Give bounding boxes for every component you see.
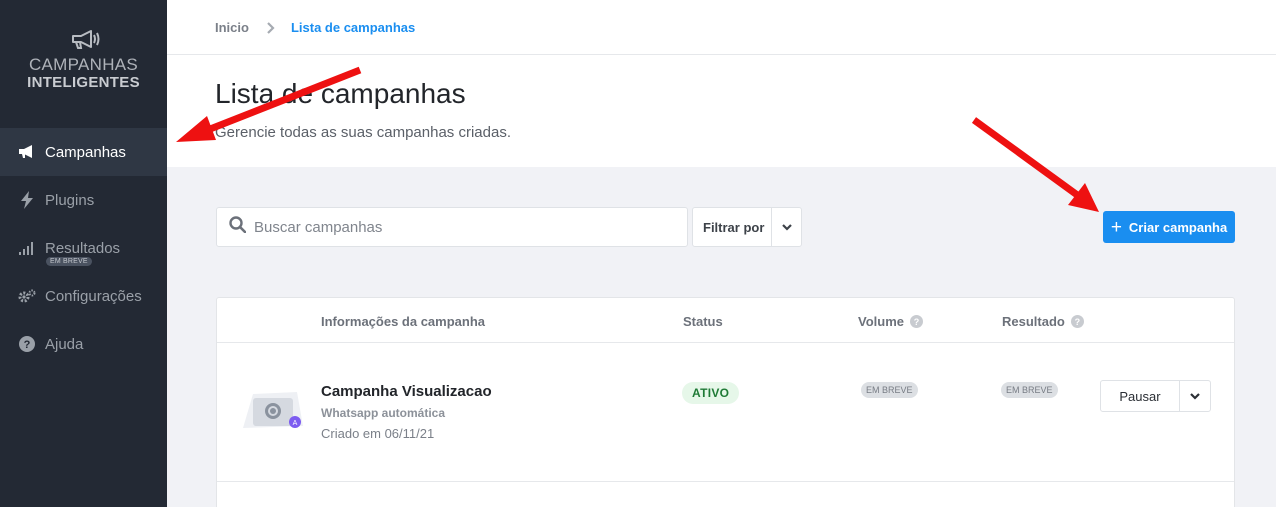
coming-soon-badge: EM BREVE bbox=[46, 257, 92, 266]
svg-text:?: ? bbox=[24, 339, 31, 351]
row-divider bbox=[217, 481, 1234, 482]
pause-split-button: Pausar bbox=[1100, 380, 1211, 412]
result-coming-soon-badge: EM BREVE bbox=[1001, 382, 1058, 398]
chevron-right-icon bbox=[267, 21, 277, 34]
column-header-status: Status bbox=[683, 314, 723, 329]
filter-label: Filtrar por bbox=[703, 219, 765, 235]
campaign-name[interactable]: Campanha Visualizacao bbox=[321, 383, 492, 400]
column-header-volume: Volume ? bbox=[858, 314, 923, 329]
whatsapp-campaign-thumbnail: A bbox=[243, 392, 303, 428]
create-campaign-label: Criar campanha bbox=[1128, 219, 1228, 235]
status-badge: ATIVO bbox=[682, 382, 740, 404]
brand-logo[interactable]: CAMPANHAS INTELIGENTES bbox=[0, 28, 167, 91]
chevron-down-icon[interactable] bbox=[771, 208, 801, 246]
filter-dropdown[interactable]: Filtrar por bbox=[692, 207, 802, 247]
megaphone-icon bbox=[71, 30, 99, 49]
column-header-info: Informações da campanha bbox=[321, 314, 485, 329]
page-subtitle: Gerencie todas as suas campanhas criadas… bbox=[215, 124, 511, 141]
svg-text:A: A bbox=[293, 420, 298, 427]
column-header-label: Resultado bbox=[1002, 314, 1065, 329]
table-header-divider bbox=[217, 342, 1234, 343]
sidebar-nav: Campanhas Plugins Resultados EM BREVE Co… bbox=[0, 128, 167, 368]
help-icon[interactable]: ? bbox=[1070, 315, 1084, 328]
volume-coming-soon-badge: EM BREVE bbox=[861, 382, 918, 398]
page-header: Inicio Lista de campanhas Lista de campa… bbox=[167, 0, 1276, 167]
sidebar-item-campanhas[interactable]: Campanhas bbox=[0, 128, 167, 176]
campaign-type: Whatsapp automática bbox=[321, 406, 446, 420]
brand-name-line1: CAMPANHAS bbox=[28, 55, 139, 74]
sidebar-item-label: Plugins bbox=[45, 191, 95, 209]
bolt-icon bbox=[18, 191, 36, 209]
breadcrumb-home-link[interactable]: Inicio bbox=[215, 20, 249, 35]
help-icon[interactable]: ? bbox=[910, 315, 923, 328]
sidebar-item-label: Campanhas bbox=[45, 143, 126, 161]
sidebar-item-label: Ajuda bbox=[45, 335, 84, 353]
sidebar-item-label: Configurações bbox=[45, 287, 142, 305]
breadcrumb-current: Lista de campanhas bbox=[290, 20, 416, 35]
search-icon bbox=[229, 216, 247, 238]
column-header-label: Status bbox=[683, 314, 723, 329]
campaigns-table: Informações da campanha Status Volume ? … bbox=[216, 297, 1235, 507]
sidebar-item-plugins[interactable]: Plugins bbox=[0, 176, 167, 224]
column-header-result: Resultado ? bbox=[1002, 314, 1084, 329]
signal-bars-icon bbox=[18, 239, 36, 257]
sidebar-item-configuracoes[interactable]: Configurações bbox=[0, 272, 167, 320]
pause-button[interactable]: Pausar bbox=[1101, 381, 1179, 411]
sidebar-item-ajuda[interactable]: ? Ajuda bbox=[0, 320, 167, 368]
sidebar: CAMPANHAS INTELIGENTES Campanhas Plugins… bbox=[0, 0, 167, 507]
campaign-created-date: Criado em 06/11/21 bbox=[321, 426, 435, 441]
breadcrumb: Inicio Lista de campanhas bbox=[215, 20, 415, 35]
gears-icon bbox=[18, 287, 36, 305]
search-box bbox=[216, 207, 688, 247]
page-title: Lista de campanhas bbox=[215, 78, 466, 109]
sidebar-item-label: Resultados bbox=[45, 239, 121, 257]
search-input[interactable] bbox=[254, 218, 674, 236]
megaphone-icon bbox=[18, 143, 36, 161]
chevron-down-icon[interactable] bbox=[1179, 381, 1210, 411]
sidebar-item-resultados[interactable]: Resultados EM BREVE bbox=[0, 224, 167, 272]
header-divider bbox=[167, 54, 1276, 55]
question-circle-icon: ? bbox=[18, 335, 36, 353]
column-header-label: Volume bbox=[858, 314, 904, 329]
brand-name-line2: INTELIGENTES bbox=[27, 74, 140, 91]
column-header-label: Informações da campanha bbox=[321, 314, 485, 329]
create-campaign-button[interactable]: + Criar campanha bbox=[1103, 211, 1235, 243]
plus-icon: + bbox=[1110, 216, 1122, 238]
